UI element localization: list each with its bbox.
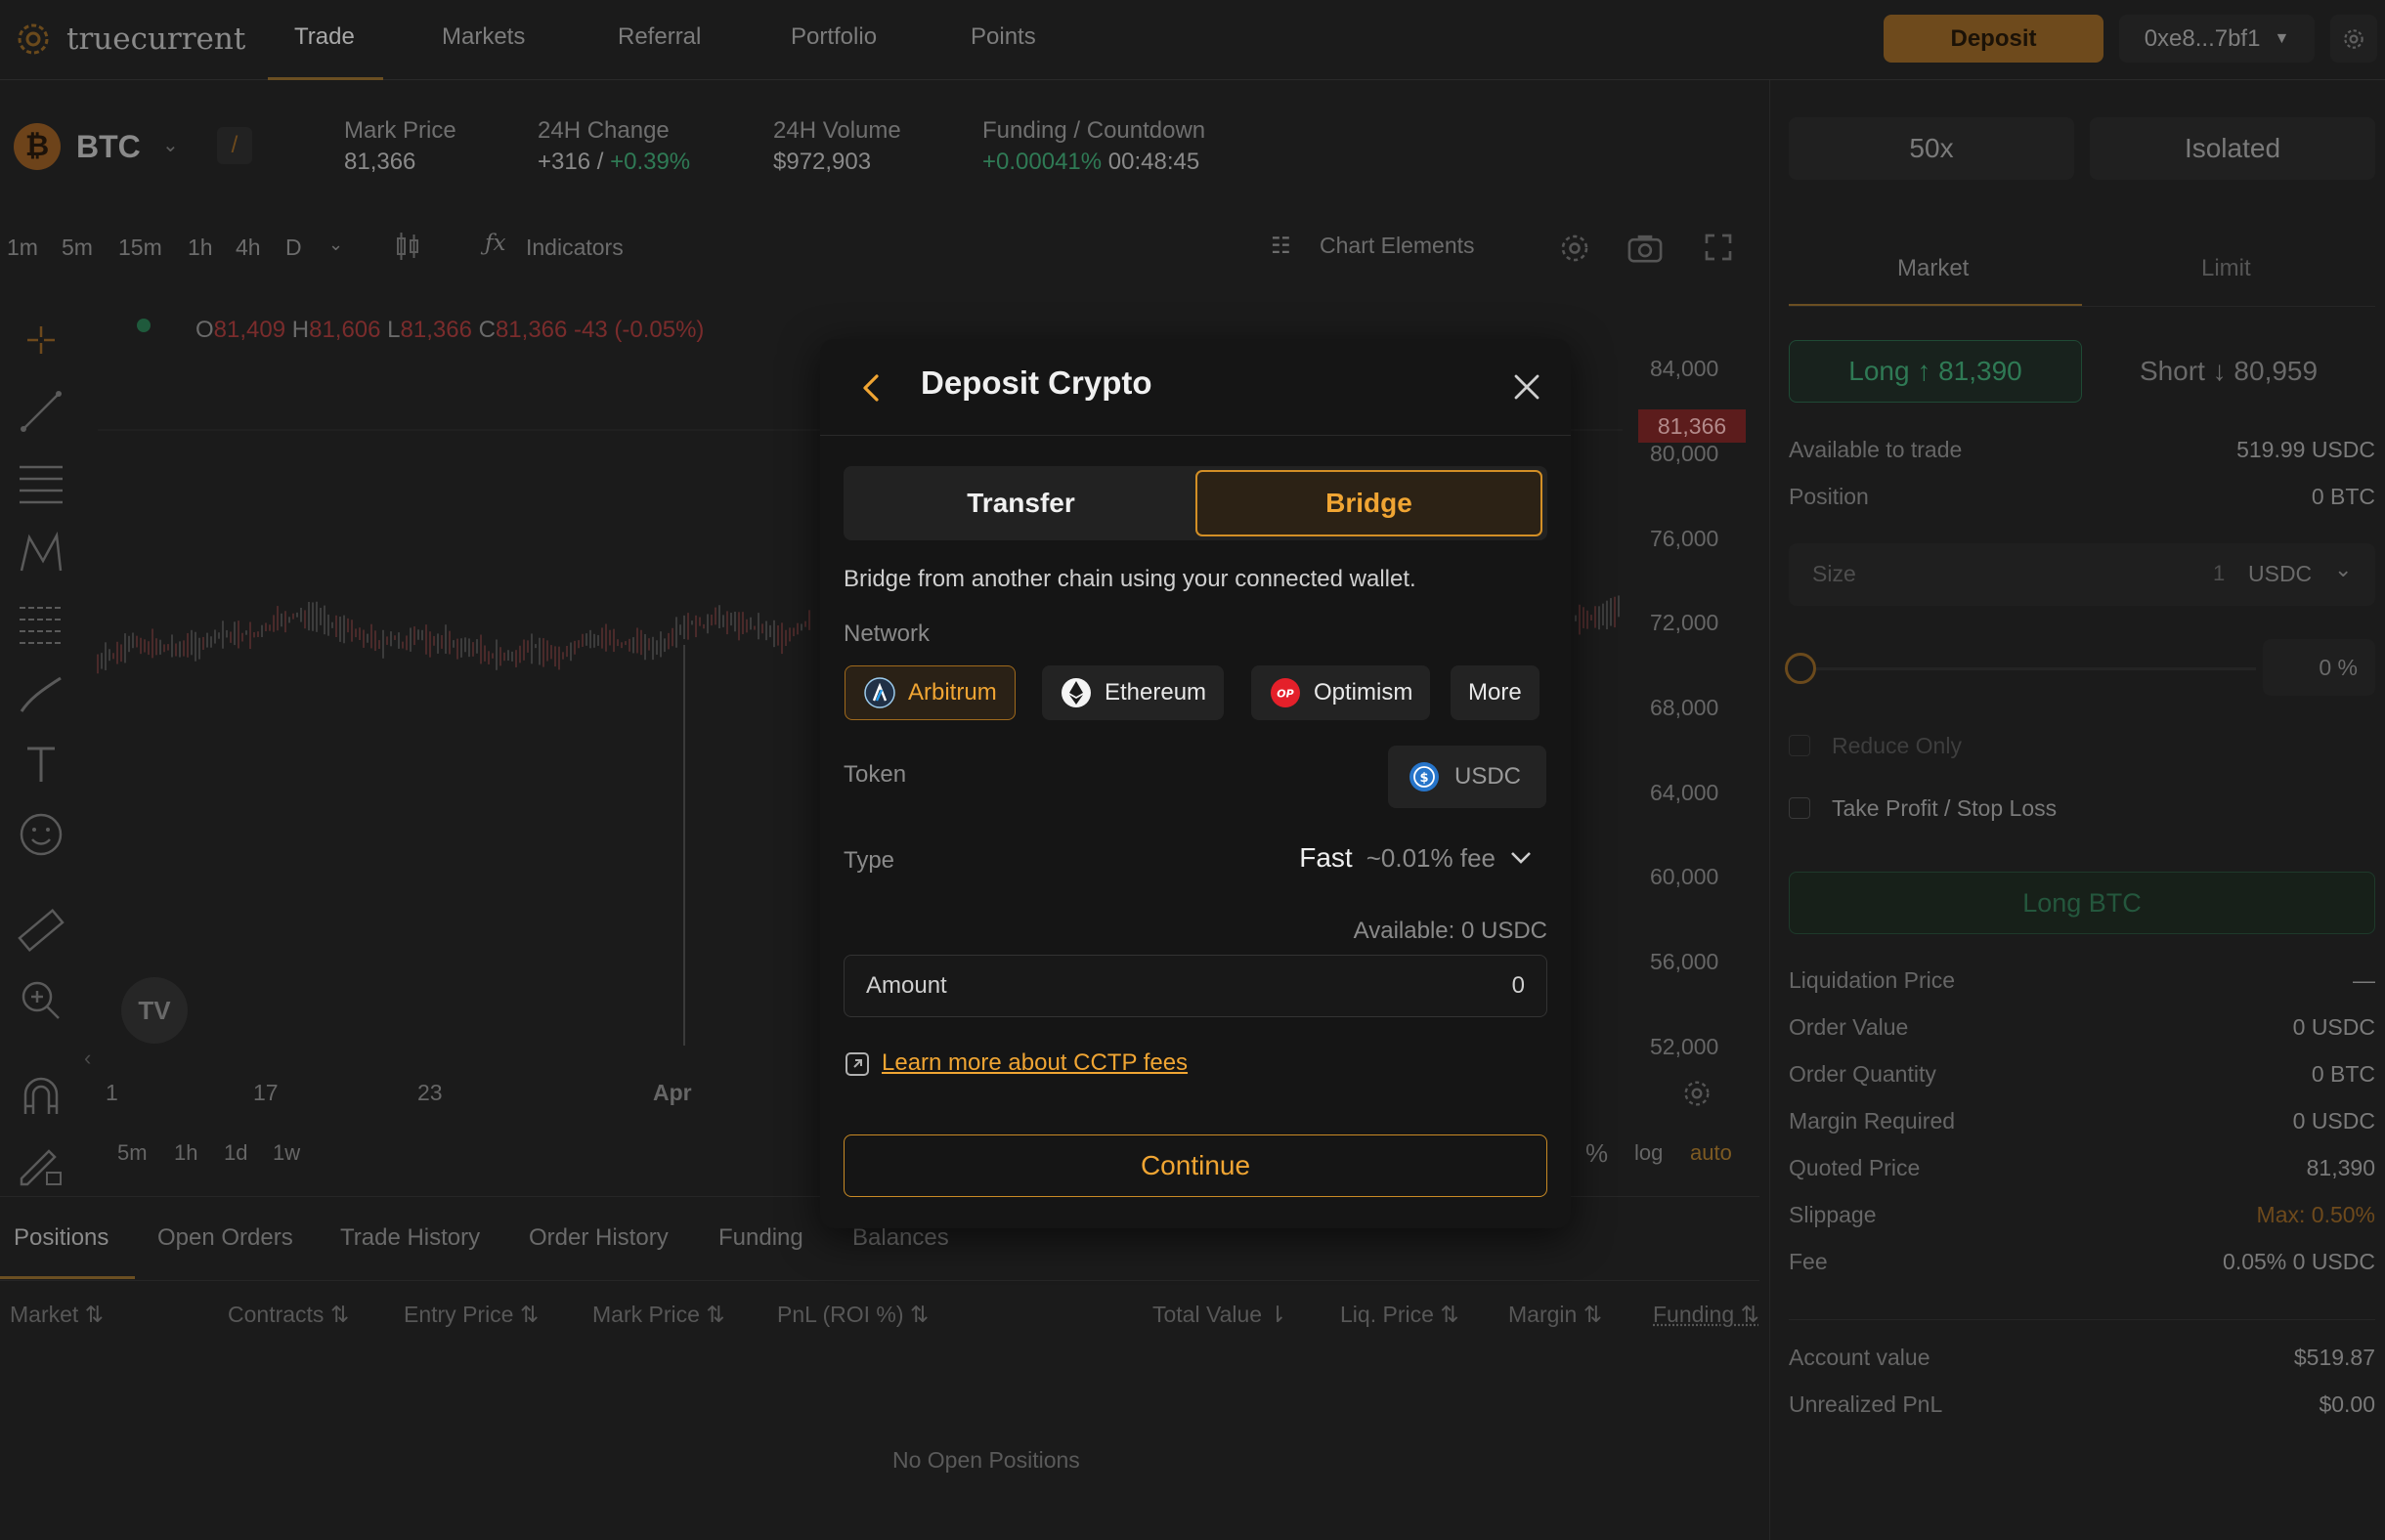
deposit-method-toggle: Transfer Bridge: [844, 466, 1547, 540]
continue-button[interactable]: Continue: [844, 1134, 1547, 1197]
close-icon[interactable]: [1512, 372, 1541, 402]
svg-text:OP: OP: [1277, 688, 1293, 701]
token-label: Token: [844, 761, 907, 788]
modal-title: Deposit Crypto: [921, 364, 1152, 401]
type-value: Fast: [1299, 842, 1353, 873]
amount-label: Amount: [866, 972, 947, 999]
ethereum-icon: [1062, 678, 1091, 707]
deposit-crypto-modal: Deposit Crypto Transfer Bridge Bridge fr…: [820, 339, 1571, 1228]
cctp-fees-link[interactable]: Learn more about CCTP fees: [882, 1049, 1188, 1077]
bridge-description: Bridge from another chain using your con…: [844, 566, 1416, 592]
modal-header-divider: [820, 435, 1571, 436]
arbitrum-icon: [864, 677, 895, 708]
type-label: Type: [844, 847, 895, 874]
amount-value: 0: [1511, 972, 1525, 999]
network-ethereum-label: Ethereum: [1105, 679, 1207, 706]
svg-text:$: $: [1419, 771, 1428, 786]
network-arbitrum[interactable]: Arbitrum: [845, 665, 1016, 720]
chevron-down-icon: [1511, 852, 1531, 864]
external-link-icon: [846, 1052, 869, 1076]
token-symbol: USDC: [1454, 763, 1522, 790]
amount-input[interactable]: Amount 0: [844, 955, 1547, 1017]
available-balance: Available: 0 USDC: [1353, 918, 1547, 944]
network-optimism-label: Optimism: [1314, 679, 1413, 706]
type-fee: ~0.01% fee: [1366, 842, 1496, 873]
token-selector[interactable]: $ USDC: [1388, 746, 1546, 808]
optimism-icon: OP: [1271, 678, 1300, 707]
tab-transfer[interactable]: Transfer: [847, 470, 1194, 536]
usdc-icon: $: [1409, 762, 1439, 791]
type-selector[interactable]: Fast ~0.01% fee: [1265, 834, 1558, 882]
network-label: Network: [844, 620, 931, 647]
network-optimism[interactable]: OP Optimism: [1251, 665, 1431, 720]
network-arbitrum-label: Arbitrum: [908, 679, 997, 706]
network-more[interactable]: More: [1451, 665, 1539, 720]
network-more-label: More: [1468, 679, 1522, 706]
back-arrow-icon[interactable]: [859, 372, 883, 404]
tab-bridge[interactable]: Bridge: [1195, 470, 1542, 536]
network-ethereum[interactable]: Ethereum: [1042, 665, 1225, 720]
